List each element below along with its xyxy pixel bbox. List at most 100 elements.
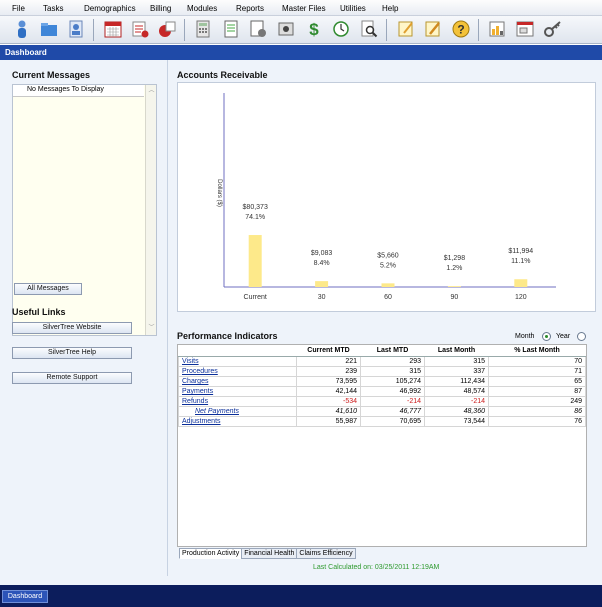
row-label-link[interactable]: Charges xyxy=(178,376,297,387)
dollar-icon[interactable]: $ xyxy=(304,19,324,39)
all-messages-button[interactable]: All Messages xyxy=(14,283,82,295)
month-radio[interactable] xyxy=(542,332,551,341)
column-header: Current MTD xyxy=(296,345,361,357)
menu-utilities[interactable]: Utilities xyxy=(340,4,366,13)
table-row: Net Payments 41,610 46,777 48,360 86 xyxy=(178,406,586,417)
table-row: Refunds -534 -214 -214 249 xyxy=(178,396,586,407)
payment-icon[interactable] xyxy=(157,19,177,39)
column-header xyxy=(178,345,297,357)
menu-tasks[interactable]: Tasks xyxy=(43,4,63,13)
toolbar: $ ? xyxy=(0,16,602,44)
x-tick-label: 60 xyxy=(384,294,392,301)
table-cell: 65 xyxy=(488,376,586,387)
patient-list-icon[interactable] xyxy=(66,19,86,39)
tab-claims-efficiency[interactable]: Claims Efficiency xyxy=(296,548,356,559)
svg-text:$: $ xyxy=(309,20,319,39)
clock-icon[interactable] xyxy=(331,19,351,39)
row-label-link[interactable]: Payments xyxy=(178,386,297,397)
bar-percent-label: 5.2% xyxy=(380,262,396,269)
table-cell: 293 xyxy=(360,356,425,367)
column-header: Last MTD xyxy=(360,345,425,357)
search-icon[interactable] xyxy=(359,19,379,39)
table-cell: 86 xyxy=(488,406,586,417)
table-cell: 315 xyxy=(360,366,425,377)
y-axis-label: Dollars ($) xyxy=(216,179,222,207)
x-tick-label: 120 xyxy=(515,294,527,301)
bar-value-label: $1,298 xyxy=(444,255,466,262)
bar-percent-label: 1.2% xyxy=(446,265,462,272)
bar-60 xyxy=(381,283,395,287)
table-row: Payments 42,144 46,992 48,574 87 xyxy=(178,386,586,397)
chart-icon[interactable] xyxy=(487,19,507,39)
table-cell: 73,544 xyxy=(424,416,489,427)
table-cell: 337 xyxy=(424,366,489,377)
table-cell: 73,595 xyxy=(296,376,361,387)
help-icon[interactable]: ? xyxy=(451,19,471,39)
page-title: Dashboard xyxy=(0,45,602,60)
left-panel: Current Messages No Messages To Display … xyxy=(0,60,168,576)
menu-file[interactable]: File xyxy=(12,4,25,13)
column-header: Last Month xyxy=(424,345,489,357)
claim-icon[interactable] xyxy=(130,19,150,39)
document-icon[interactable] xyxy=(221,19,241,39)
performance-tabs: Production Activity Financial Health Cla… xyxy=(179,548,356,559)
table-cell: 70,695 xyxy=(360,416,425,427)
menu-master-files[interactable]: Master Files xyxy=(282,4,326,13)
table-cell: 76 xyxy=(488,416,586,427)
table-cell: -214 xyxy=(424,396,489,407)
month-toggle-label: Month xyxy=(515,333,535,340)
disk-icon[interactable] xyxy=(276,19,296,39)
folder-icon[interactable] xyxy=(39,19,59,39)
bottom-taskbar: Dashboard xyxy=(0,585,602,607)
menu-demographics[interactable]: Demographics xyxy=(84,4,136,13)
menu-reports[interactable]: Reports xyxy=(236,4,264,13)
performance-indicators-heading: Performance Indicators xyxy=(177,331,278,341)
edit-icon[interactable] xyxy=(423,19,443,39)
tab-financial-health[interactable]: Financial Health xyxy=(241,548,298,559)
accounts-receivable-chart: Dollars ($) $80,373 74.1% Current $9,083 8.4%… xyxy=(177,82,596,312)
table-cell: 55,987 xyxy=(296,416,361,427)
person-icon[interactable] xyxy=(12,19,32,39)
table-cell: 46,992 xyxy=(360,386,425,397)
table-cell: 70 xyxy=(488,356,586,367)
row-label-link[interactable]: Procedures xyxy=(178,366,297,377)
tab-production-activity[interactable]: Production Activity xyxy=(179,548,243,559)
accounts-receivable-heading: Accounts Receivable xyxy=(177,70,268,80)
key-icon[interactable] xyxy=(543,19,563,39)
scroll-down-icon[interactable]: ﹀ xyxy=(147,324,156,333)
scroll-up-icon[interactable]: ︿ xyxy=(147,87,156,96)
messages-list[interactable]: No Messages To Display ︿ ﹀ xyxy=(12,84,157,336)
bar-value-label: $9,083 xyxy=(311,250,333,257)
menu-help[interactable]: Help xyxy=(382,4,398,13)
messages-scrollbar[interactable]: ︿ ﹀ xyxy=(145,85,156,335)
bottom-tab-dashboard[interactable]: Dashboard xyxy=(2,590,48,603)
row-label-link[interactable]: Net Payments xyxy=(178,406,297,417)
table-row: Adjustments 55,987 70,695 73,544 76 xyxy=(178,416,586,427)
window-icon[interactable] xyxy=(515,19,535,39)
menu-modules[interactable]: Modules xyxy=(187,4,217,13)
x-tick-label: Current xyxy=(244,294,267,301)
row-label-link[interactable]: Adjustments xyxy=(178,416,297,427)
remote-support-button[interactable]: Remote Support xyxy=(12,372,132,384)
column-header: % Last Month xyxy=(488,345,586,357)
table-cell: 46,777 xyxy=(360,406,425,417)
table-cell: 249 xyxy=(488,396,586,407)
row-label-link[interactable]: Visits xyxy=(178,356,297,367)
calculator-icon[interactable] xyxy=(193,19,213,39)
bar-percent-label: 8.4% xyxy=(314,260,330,267)
silvertree-help-button[interactable]: SilverTree Help xyxy=(12,347,132,359)
bar-value-label: $5,660 xyxy=(377,252,399,259)
bar-percent-label: 11.1% xyxy=(511,258,530,265)
bar-value-label: $80,373 xyxy=(243,204,268,211)
calendar-icon[interactable] xyxy=(103,19,123,39)
note-icon[interactable] xyxy=(396,19,416,39)
bar-90 xyxy=(447,286,461,287)
silvertree-website-button[interactable]: SilverTree Website xyxy=(12,322,132,334)
year-radio[interactable] xyxy=(577,332,586,341)
row-label-link[interactable]: Refunds xyxy=(178,396,297,407)
x-tick-label: 90 xyxy=(451,294,459,301)
menu-billing[interactable]: Billing xyxy=(150,4,171,13)
report-icon[interactable] xyxy=(248,19,268,39)
table-cell: -534 xyxy=(296,396,361,407)
right-panel: Accounts Receivable Dollars ($) $80,373 74… xyxy=(170,60,602,585)
